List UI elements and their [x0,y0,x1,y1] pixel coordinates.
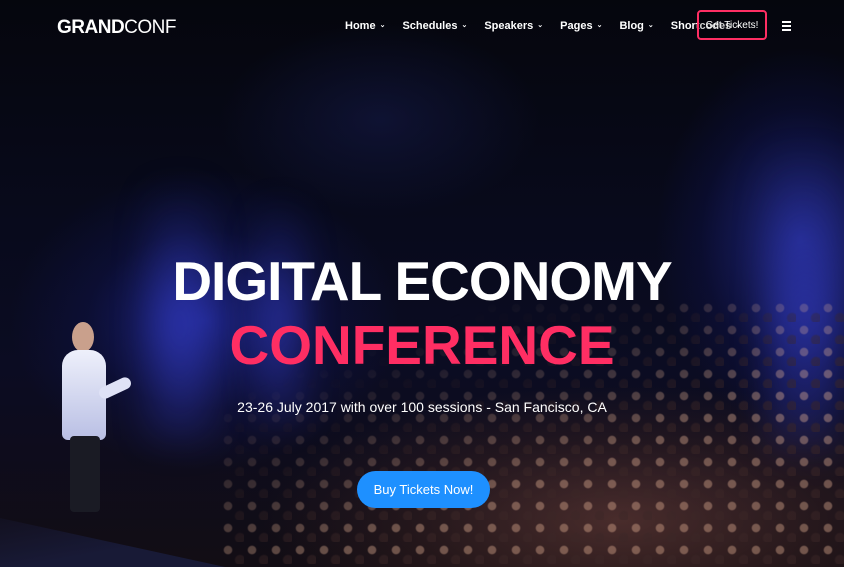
nav-item-speakers[interactable]: Speakers ⌄ [484,20,543,32]
chevron-down-icon: ⌄ [537,21,544,29]
nav-item-schedules[interactable]: Schedules ⌄ [402,20,467,32]
top-navigation: GRANDCONF Home ⌄ Schedules ⌄ Speakers ⌄ … [0,0,844,52]
logo-light-text: CONF [124,17,176,38]
site-logo[interactable]: GRANDCONF [57,17,176,39]
nav-item-home[interactable]: Home ⌄ [345,20,385,32]
chevron-down-icon: ⌄ [647,21,654,29]
nav-item-label: Speakers [484,20,534,32]
hamburger-menu-icon[interactable] [782,21,791,31]
nav-item-blog[interactable]: Blog ⌄ [619,20,653,32]
nav-item-pages[interactable]: Pages ⌄ [560,20,602,32]
nav-item-label: Home [345,20,376,32]
nav-item-label: Schedules [402,20,458,32]
chevron-down-icon: ⌄ [461,21,468,29]
hero-description: 23-26 July 2017 with over 100 sessions -… [237,399,607,415]
chevron-down-icon: ⌄ [379,21,386,29]
hero-subtitle: CONFERENCE [229,314,615,376]
buy-tickets-button[interactable]: Buy Tickets Now! [357,471,490,508]
nav-item-label: Pages [560,20,593,32]
nav-item-label: Blog [619,20,644,32]
chevron-down-icon: ⌄ [596,21,603,29]
logo-bold-text: GRAND [57,17,125,38]
get-tickets-button[interactable]: Get Tickets! [697,10,767,40]
hero-title: DIGITAL ECONOMY [172,250,672,312]
